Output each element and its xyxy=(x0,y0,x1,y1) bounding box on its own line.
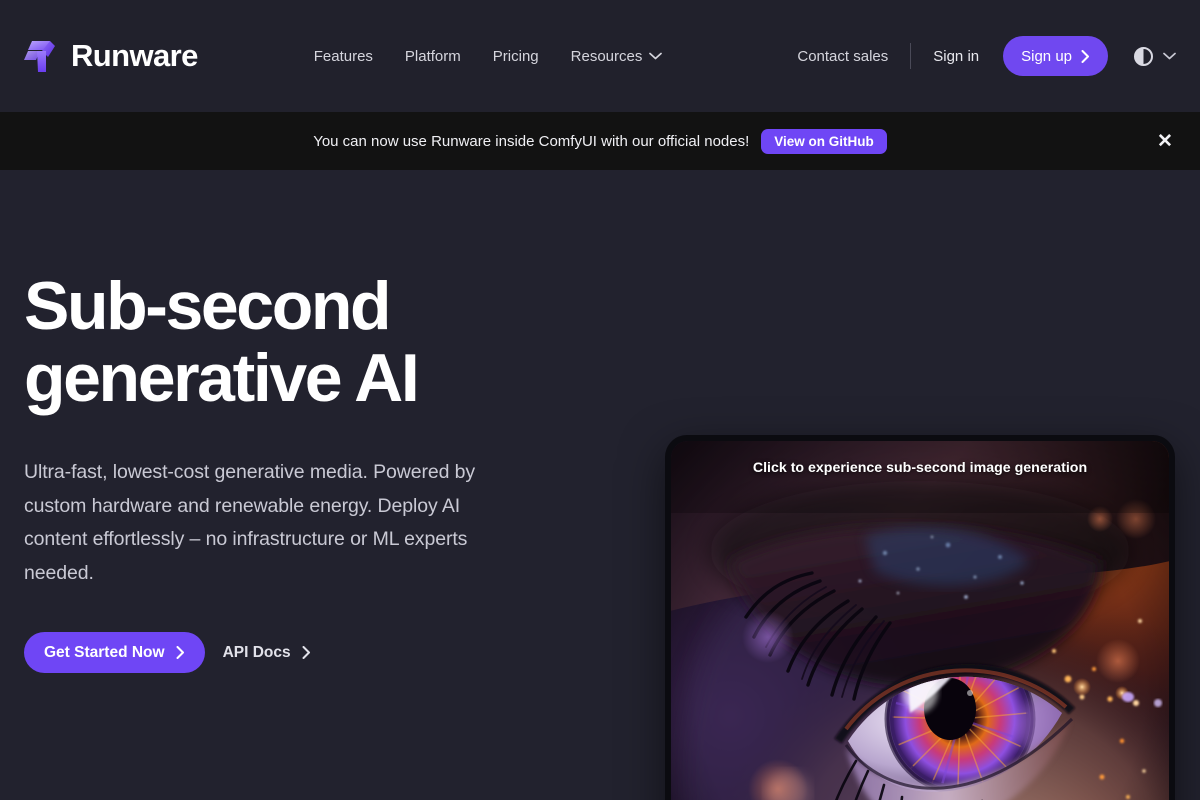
sign-up-label: Sign up xyxy=(1021,47,1072,65)
nav-item-pricing[interactable]: Pricing xyxy=(493,48,539,65)
chevron-right-icon xyxy=(302,646,310,660)
brand-logo[interactable]: Runware xyxy=(24,38,198,74)
sign-up-button[interactable]: Sign up xyxy=(1003,36,1108,76)
close-icon[interactable]: ✕ xyxy=(1152,128,1178,154)
primary-nav: Features Platform Pricing Resources xyxy=(314,48,663,65)
announcement-banner: You can now use Runware inside ComfyUI w… xyxy=(0,112,1200,170)
theme-toggle-button[interactable] xyxy=(1134,46,1176,66)
chevron-down-icon xyxy=(1163,52,1176,60)
generated-image[interactable]: Click to experience sub-second image gen… xyxy=(671,441,1169,800)
page-title: Sub-second generative AI xyxy=(24,270,644,414)
api-docs-link[interactable]: API Docs xyxy=(223,644,311,662)
hero-image-panel[interactable]: Click to experience sub-second image gen… xyxy=(665,435,1175,800)
chevron-down-icon xyxy=(649,52,663,60)
nav-item-features[interactable]: Features xyxy=(314,48,373,65)
contact-sales-link[interactable]: Contact sales xyxy=(797,48,888,65)
hero-subtext: Ultra-fast, lowest-cost generative media… xyxy=(24,461,476,584)
nav-item-label: Platform xyxy=(404,47,461,65)
banner-message: You can now use Runware inside ComfyUI w… xyxy=(313,132,750,150)
top-navigation-bar: Runware Features Platform Pricing Resour… xyxy=(0,0,1200,112)
nav-item-label: Features xyxy=(313,47,373,65)
api-docs-label: API Docs xyxy=(222,643,291,661)
nav-divider xyxy=(910,43,912,69)
chevron-right-icon xyxy=(176,646,184,660)
sign-in-link[interactable]: Sign in xyxy=(933,48,979,65)
eye-closeup-image xyxy=(671,441,1169,800)
get-started-button[interactable]: Get Started Now xyxy=(24,632,205,674)
nav-item-resources[interactable]: Resources xyxy=(571,48,663,65)
runware-logo-icon xyxy=(24,41,55,72)
image-frame: Click to experience sub-second image gen… xyxy=(665,435,1175,800)
headline-line-1: Sub-second xyxy=(24,268,392,344)
hero-content: Sub-second generative AI Ultra-fast, low… xyxy=(24,170,644,674)
nav-actions: Contact sales Sign in Sign up xyxy=(797,36,1176,76)
chevron-right-icon xyxy=(1081,49,1089,63)
hero-section: Sub-second generative AI Ultra-fast, low… xyxy=(0,170,1200,800)
nav-item-platform[interactable]: Platform xyxy=(405,48,461,65)
nav-item-label: Resources xyxy=(570,47,643,65)
nav-item-label: Pricing xyxy=(492,47,539,65)
get-started-label: Get Started Now xyxy=(44,643,165,661)
brand-name: Runware xyxy=(71,38,198,73)
headline-line-2: generative AI xyxy=(24,340,420,417)
hero-cta-row: Get Started Now API Docs xyxy=(24,632,644,674)
view-on-github-button[interactable]: View on GitHub xyxy=(761,128,887,154)
contrast-half-circle-icon xyxy=(1134,46,1153,66)
